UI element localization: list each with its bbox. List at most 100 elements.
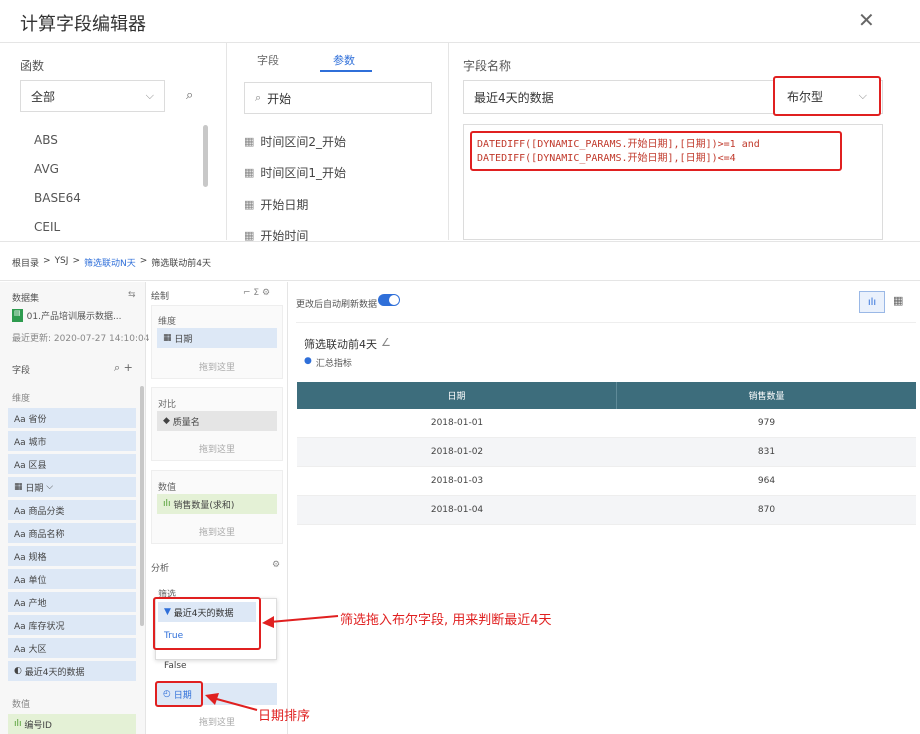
field-label: 最近4天的数据 [24,667,85,678]
table-cell: 964 [617,467,916,496]
calendar-icon: ▦ [244,166,255,179]
report-title-text: 筛选联动前4天 [304,338,377,351]
dimension-field[interactable]: Aa 商品分类 [8,500,136,520]
compare-chip[interactable]: ◆ 质量名 [157,411,277,431]
report-title: 筛选联动前4天 ∠ [304,336,391,352]
function-category-select[interactable]: 全部 ⌵ [20,80,165,112]
param-label: 开始日期 [260,198,309,212]
search-icon[interactable]: ⌕ [186,88,193,103]
summary-toggle[interactable]: ● 汇总指标 [304,356,352,369]
annotation-arrow [262,615,339,628]
draw-toolbar-icon[interactable]: ⌐ Σ ⚙ [243,288,270,298]
dialog-title: 计算字段编辑器 [20,14,146,35]
dimension-section-label: 维度 [158,317,177,327]
table-cell: 2018-01-02 [297,438,617,467]
dimension-field[interactable]: Aa 库存状况 [8,615,136,635]
value-chip[interactable]: ılı 销售数量(求和) [157,494,277,514]
table-header-cell[interactable]: 销售数量 [617,382,916,409]
compare-section-label: 对比 [158,400,177,410]
dataset-updated: 最近更新: 2020-07-27 14:10:04 [12,334,150,344]
calendar-icon: ▦ [163,333,175,343]
breadcrumb-item[interactable]: 根目录 [12,256,39,269]
dimension-field[interactable]: Aa 规格 [8,546,136,566]
function-item[interactable]: ABS [34,133,58,147]
sidebar-scrollbar[interactable] [140,386,144,626]
dimension-field[interactable]: Aa 省份 [8,408,136,428]
sort-annotation: 日期排序 [258,709,311,724]
table-header-cell[interactable]: 日期 [297,382,617,409]
chip-label: 日期 [174,334,193,345]
table-view-icon[interactable]: ▦ [893,294,903,307]
dimension-field[interactable]: Aa 城市 [8,431,136,451]
sort-highlight [155,681,203,707]
function-item[interactable]: CEIL [34,220,60,234]
dataset-title: 01.产品培训展示数据... [26,312,122,322]
field-label: 编号ID [24,720,52,731]
param-label: 时间区间2_开始 [260,135,347,149]
active-tab-indicator [320,70,372,72]
dimension-label: 维度 [12,394,31,404]
auto-refresh-label: 更改后自动刷新数据 [296,300,378,310]
chart-view-icon[interactable]: ılı [859,291,885,313]
filter-option-true[interactable]: True [158,631,183,641]
dimension-field[interactable]: Aa 区县 [8,454,136,474]
dataset-label: 数据集 [12,294,40,304]
boolean-icon: ◐ [14,666,25,676]
breadcrumb-separator: > [72,256,80,266]
edit-icon[interactable]: ∠ [381,336,391,352]
annotation-arrow [205,693,258,711]
measure-field[interactable]: ılı 编号ID [8,714,136,734]
value-section-label: 数值 [158,483,177,493]
table-cell: 2018-01-03 [297,467,617,496]
calendar-icon: ▦ [14,482,26,492]
column-divider [226,42,227,240]
dimension-field-boolean[interactable]: ◐ 最近4天的数据 [8,661,136,681]
chip-label: 质量名 [172,417,200,428]
breadcrumb-item[interactable]: 筛选联动N天 [84,256,136,269]
table-cell: 2018-01-01 [297,409,617,438]
field-type-select[interactable]: 布尔型 ⌵ [773,76,881,116]
param-item[interactable]: ▦ 时间区间2_开始 [244,133,346,150]
function-item[interactable]: BASE64 [34,191,81,205]
filter-chip[interactable]: ▼ 最近4天的数据 [158,602,256,622]
breadcrumb-separator: > [43,256,51,266]
chevron-down-icon: ⌵ [145,89,154,102]
dimension-field[interactable]: Aa 单位 [8,569,136,589]
filter-icon: ▼ [164,607,174,617]
param-item[interactable]: ▦ 时间区间1_开始 [244,164,346,181]
dialog-divider [0,42,920,43]
dimension-field[interactable]: Aa 大区 [8,638,136,658]
dataset-name[interactable]: ▤ 01.产品培训展示数据... [12,309,122,322]
dimension-field-date[interactable]: ▦ 日期 ⌵ [8,477,136,497]
auto-refresh-toggle[interactable] [378,294,400,306]
field-name-value: 最近4天的数据 [474,90,554,105]
measure-label: 数值 [12,700,31,710]
dimension-chip[interactable]: ▦ 日期 [157,328,277,348]
panel-divider [287,282,288,734]
csv-icon: ▤ [12,309,23,322]
calendar-icon: ▦ [244,135,255,148]
tab-params[interactable]: 参数 [333,52,355,68]
dimension-drop-zone[interactable]: 拖到这里 [157,360,277,373]
value-drop-zone[interactable]: 拖到这里 [157,525,277,538]
bar-chart-icon: ılı [163,499,174,509]
dimension-field[interactable]: Aa 商品名称 [8,523,136,543]
table-cell: 870 [617,496,916,525]
breadcrumb-separator: > [139,256,148,266]
function-list-scrollbar[interactable] [203,125,208,187]
analysis-settings-icon[interactable]: ⚙ [272,560,280,570]
table-cell: 979 [617,409,916,438]
tab-fields[interactable]: 字段 [257,52,279,68]
compare-drop-zone[interactable]: 拖到这里 [157,442,277,455]
function-category-value: 全部 [31,89,56,104]
breadcrumb-item[interactable]: YSJ [55,256,69,269]
param-search-input[interactable]: ⌕ 开始 [244,82,432,114]
dimension-field[interactable]: Aa 产地 [8,592,136,612]
add-field-icon[interactable]: ⌕ + [114,361,133,375]
switch-dataset-icon[interactable]: ⇆ [128,290,136,300]
param-search-value: 开始 [267,91,292,106]
function-item[interactable]: AVG [34,162,59,176]
close-icon[interactable]: ✕ [858,8,875,32]
filter-option-false[interactable]: False [158,661,187,671]
param-item[interactable]: ▦ 开始日期 [244,196,308,213]
